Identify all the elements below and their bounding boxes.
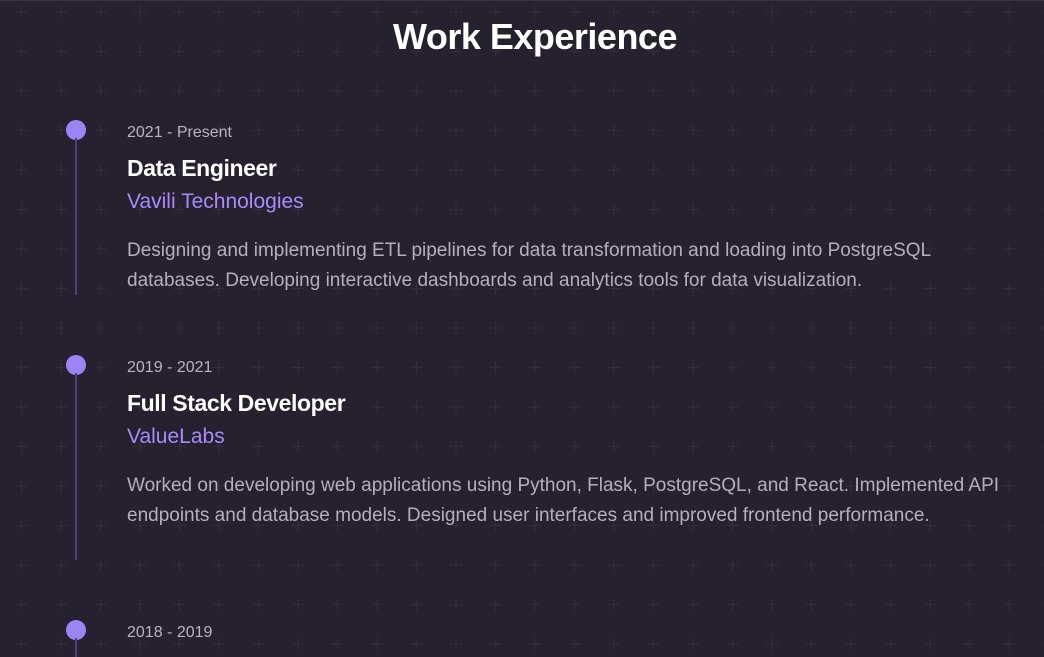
- top-border: [0, 0, 1044, 1]
- job-title: Full Stack Developer: [127, 390, 346, 416]
- timeline-dot: [66, 620, 86, 640]
- experience-period: 2019 - 2021: [127, 359, 213, 376]
- experience-period: 2018 - 2019: [127, 624, 213, 641]
- section-title: Work Experience: [393, 16, 677, 57]
- timeline-line: [75, 138, 77, 295]
- company-name: Vavili Technologies: [127, 190, 304, 213]
- experience-period: 2021 - Present: [127, 124, 232, 141]
- timeline-dot: [66, 120, 86, 140]
- job-title: Data Engineer: [127, 155, 277, 181]
- background-plus-pattern: [0, 0, 1044, 657]
- timeline-line: [75, 638, 77, 657]
- timeline-line: [75, 373, 77, 560]
- job-description: Worked on developing web applications us…: [127, 475, 1000, 526]
- job-description: Designing and implementing ETL pipelines…: [127, 240, 931, 291]
- company-name: ValueLabs: [127, 425, 225, 448]
- timeline-dot: [66, 355, 86, 375]
